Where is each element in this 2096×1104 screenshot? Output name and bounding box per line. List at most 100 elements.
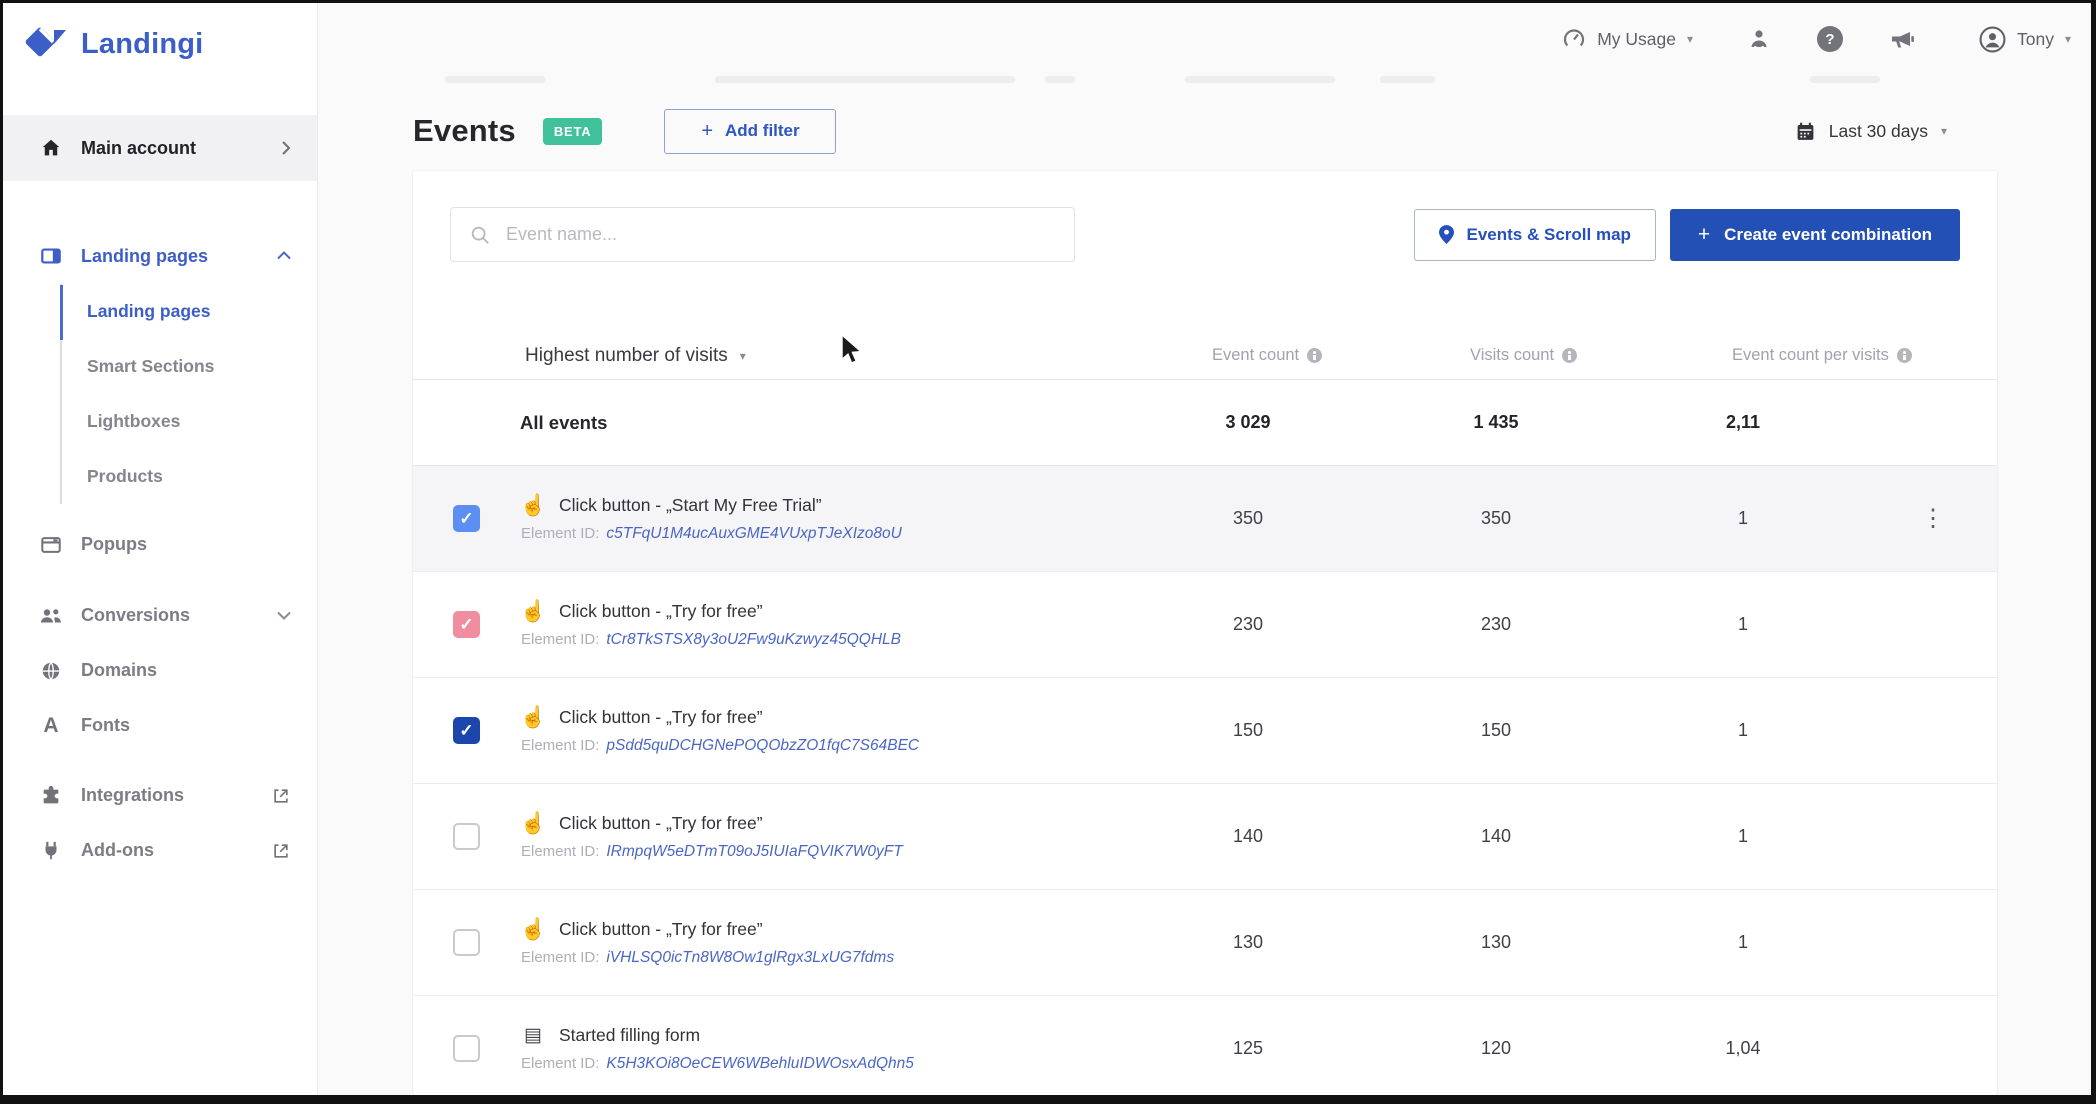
row-checkbox[interactable]: ✓ bbox=[453, 611, 480, 638]
sidebar-item-landing-pages-group[interactable]: Landing pages bbox=[3, 228, 317, 284]
announcements-button[interactable] bbox=[1889, 27, 1915, 51]
visits-count-value: 130 bbox=[1480, 932, 1512, 952]
per-visits-value: 1 bbox=[1737, 720, 1748, 740]
screenshot-frame: Landingi Main account Landing pages Land… bbox=[0, 0, 2096, 1104]
sidebar-item-conversions[interactable]: Conversions bbox=[3, 588, 317, 643]
calendar-icon bbox=[1797, 122, 1814, 140]
all-events-label: All events bbox=[520, 411, 608, 433]
search-input[interactable] bbox=[506, 224, 1056, 245]
popups-icon bbox=[39, 534, 63, 556]
sidebar-item-products[interactable]: Products bbox=[62, 449, 317, 504]
row-checkbox[interactable] bbox=[453, 1035, 480, 1062]
element-id-link[interactable]: c5TFqU1M4ucAuxGME4VUxpTJeXIzo8oU bbox=[606, 525, 901, 543]
sort-dropdown[interactable]: Highest number of visits ▾ bbox=[525, 345, 746, 367]
all-events-event-count: 3 029 bbox=[1225, 412, 1271, 432]
column-header-event-count: Event count bbox=[1212, 346, 1323, 365]
per-visits-value: 1 bbox=[1737, 826, 1748, 846]
per-visits-value: 1 bbox=[1737, 932, 1748, 952]
page-title: Events bbox=[413, 113, 516, 148]
sidebar-item-add-ons[interactable]: Add-ons bbox=[3, 823, 317, 878]
info-icon[interactable] bbox=[1896, 348, 1912, 363]
brand-name: Landingi bbox=[81, 27, 204, 60]
caret-down-icon: ▾ bbox=[1686, 32, 1693, 46]
element-id-label: Element ID: bbox=[521, 736, 600, 754]
event-name: Click button - „Try for free” bbox=[559, 918, 763, 939]
sidebar-item-landing-pages[interactable]: Landing pages bbox=[62, 284, 317, 339]
element-id-label: Element ID: bbox=[521, 524, 600, 542]
element-id-label: Element ID: bbox=[521, 842, 600, 860]
click-icon: ☝ bbox=[520, 493, 547, 517]
table-row[interactable]: ✓ ☝ Click button - „Start My Free Trial”… bbox=[413, 466, 1997, 572]
element-id-link[interactable]: IRmpqW5eDTmT09oJ5IUIaFQVIK7W0yFT bbox=[606, 843, 902, 861]
table-header: Highest number of visits ▾ Event count V… bbox=[413, 332, 1997, 380]
sidebar-nav: Landing pages Landing pages Smart Sectio… bbox=[3, 228, 317, 878]
click-icon: ☝ bbox=[520, 917, 547, 941]
sidebar-item-main-account[interactable]: Main account bbox=[3, 115, 317, 181]
row-menu-button[interactable]: ⋮ bbox=[1921, 505, 1945, 532]
sidebar-item-domains[interactable]: Domains bbox=[3, 643, 317, 698]
info-icon[interactable] bbox=[1562, 348, 1578, 363]
user-menu[interactable]: Tony ▾ bbox=[1979, 26, 2071, 53]
event-name: Click button - „Try for free” bbox=[559, 706, 763, 727]
fonts-icon: A bbox=[43, 713, 59, 737]
landing-pages-icon bbox=[39, 245, 63, 267]
element-id-link[interactable]: tCr8TkSTSX8y3oU2Fw9uKzwyz45QQHLB bbox=[606, 631, 901, 649]
table-row[interactable]: ✓ ☝ Click button - „Try for free” Elemen… bbox=[413, 572, 1997, 678]
event-count-value: 130 bbox=[1232, 932, 1264, 952]
active-item-rail bbox=[60, 285, 63, 340]
row-checkbox[interactable]: ✓ bbox=[453, 717, 480, 744]
column-header-event-count-per-visits: Event count per visits bbox=[1732, 346, 1912, 365]
element-id-label: Element ID: bbox=[521, 1054, 600, 1072]
per-visits-value: 1 bbox=[1737, 508, 1748, 528]
placeholder-strip bbox=[1045, 76, 1075, 83]
event-count-value: 140 bbox=[1232, 826, 1264, 846]
event-name: Started filling form bbox=[559, 1024, 701, 1045]
sidebar-item-lightboxes[interactable]: Lightboxes bbox=[62, 394, 317, 449]
element-id-link[interactable]: iVHLSQ0icTn8W8Ow1glRgx3LxUG7fdms bbox=[606, 949, 894, 967]
element-id-link[interactable]: K5H3KOi8OeCEW6WBehluIDWOsxAdQhn5 bbox=[606, 1055, 914, 1073]
row-checkbox[interactable] bbox=[453, 929, 480, 956]
date-range-picker[interactable]: Last 30 days ▾ bbox=[1795, 121, 1947, 142]
help-button[interactable]: ? bbox=[1817, 26, 1843, 52]
plus-icon: + bbox=[701, 119, 714, 142]
event-name: Click button - „Try for free” bbox=[559, 600, 763, 621]
sidebar-item-fonts[interactable]: A Fonts bbox=[3, 698, 317, 753]
sidebar-item-popups[interactable]: Popups bbox=[3, 517, 317, 572]
table-row[interactable]: ✓ ☝ Click button - „Try for free” Elemen… bbox=[413, 678, 1997, 784]
usage-gauge-icon bbox=[1564, 29, 1585, 47]
add-filter-button[interactable]: + Add filter bbox=[664, 108, 837, 154]
per-visits-value: 1 bbox=[1737, 614, 1748, 634]
user-name: Tony bbox=[2017, 28, 2054, 49]
home-icon bbox=[39, 137, 63, 159]
table-row[interactable]: ▤ Started filling form Element ID: K5H3K… bbox=[413, 996, 1997, 1095]
table-row[interactable]: ☝ Click button - „Try for free” Element … bbox=[413, 784, 1997, 890]
my-usage-menu[interactable]: My Usage ▾ bbox=[1562, 27, 1693, 51]
row-checkbox[interactable] bbox=[453, 823, 480, 850]
event-count-value: 230 bbox=[1232, 614, 1264, 634]
form-icon: ▤ bbox=[524, 1024, 542, 1046]
account-users-button[interactable] bbox=[1747, 27, 1771, 51]
external-link-icon bbox=[271, 841, 291, 861]
all-events-per-visits: 2,11 bbox=[1725, 412, 1761, 432]
plug-icon bbox=[39, 840, 63, 862]
click-icon: ☝ bbox=[520, 811, 547, 835]
beta-badge: BETA bbox=[542, 117, 603, 145]
landingi-logo[interactable]: Landingi bbox=[23, 23, 203, 65]
events-scroll-map-button[interactable]: Events & Scroll map bbox=[1413, 208, 1656, 261]
create-event-combination-button[interactable]: + Create event combination bbox=[1669, 208, 1960, 261]
click-icon: ☝ bbox=[520, 705, 547, 729]
chevron-down-icon bbox=[277, 611, 291, 620]
landingi-logo-icon bbox=[25, 27, 66, 57]
element-id-link[interactable]: pSdd5quDCHGNePOQObzZO1fqC7S64BEC bbox=[606, 737, 919, 755]
person-icon bbox=[1751, 30, 1767, 49]
sidebar-item-smart-sections[interactable]: Smart Sections bbox=[62, 339, 317, 394]
row-checkbox[interactable]: ✓ bbox=[453, 505, 480, 532]
sidebar-item-integrations[interactable]: Integrations bbox=[3, 768, 317, 823]
event-count-value: 150 bbox=[1232, 720, 1264, 740]
per-visits-value: 1,04 bbox=[1725, 1038, 1761, 1058]
table-row[interactable]: ☝ Click button - „Try for free” Element … bbox=[413, 890, 1997, 996]
chevron-right-icon bbox=[282, 141, 291, 155]
info-icon[interactable] bbox=[1307, 348, 1323, 363]
megaphone-icon bbox=[1892, 32, 1914, 48]
caret-down-icon: ▾ bbox=[2064, 32, 2071, 46]
